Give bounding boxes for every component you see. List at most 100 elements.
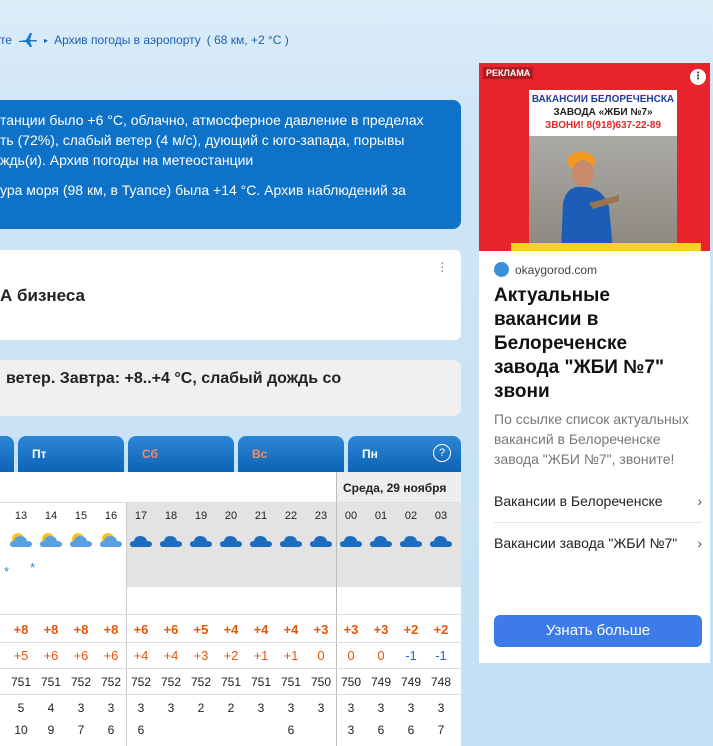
temp-cell: +8: [43, 622, 59, 637]
airport-archive-link[interactable]: Архив погоды в аэропорту: [54, 33, 201, 47]
hours-cell: 22: [284, 510, 298, 522]
divider: [0, 642, 461, 643]
gusts-cell: 10: [14, 723, 28, 737]
hours-cell: 19: [194, 510, 208, 522]
ad-stripe: [511, 243, 701, 251]
sun-cloud-icon: [100, 533, 122, 547]
gusts-cell: 6: [137, 723, 145, 737]
gusts-cell: 7: [77, 723, 85, 737]
airplane-icon: [19, 33, 38, 47]
feels-cell: +1: [283, 648, 299, 663]
temp-cell: +8: [73, 622, 89, 637]
temp-cell: +3: [373, 622, 389, 637]
triangle-icon: ▸: [44, 35, 49, 45]
tab-previous[interactable]: [0, 436, 14, 472]
wind-cell: 4: [47, 701, 55, 715]
feels-cell: 0: [347, 648, 355, 663]
date-header: Среда, 29 ноября: [336, 472, 461, 502]
ad-description: По ссылке список актуальных вакансий в Б…: [494, 411, 689, 467]
chevron-right-icon: ›: [697, 535, 702, 551]
forecast-summary: ветер. Завтра: +8..+4 °C, слабый дождь с…: [0, 360, 461, 416]
forecast-summary-text: ветер. Завтра: +8..+4 °C, слабый дождь с…: [6, 370, 342, 387]
cloud-icon: [130, 536, 152, 547]
tab-fri[interactable]: Пт: [18, 436, 124, 472]
wind-cell: 2: [197, 701, 205, 715]
feels-cell: 0: [377, 648, 385, 663]
wind-cell: 3: [407, 701, 415, 715]
cloud-icon: [220, 536, 242, 547]
temp-cell: +6: [163, 622, 179, 637]
site-logo-icon: [494, 262, 509, 277]
snow-icon: *: [30, 560, 36, 575]
temp-cell: +8: [13, 622, 29, 637]
worker-image: [561, 152, 619, 251]
temp-cell: +4: [283, 622, 299, 637]
pressure-cell: 748: [430, 675, 452, 689]
gusts-cell: 6: [287, 723, 295, 737]
ad-menu-icon[interactable]: ⋮: [690, 69, 706, 85]
cloud-icon: [280, 536, 302, 547]
feels-cell: -1: [435, 648, 447, 663]
gusts-cell: 6: [107, 723, 115, 737]
wind-cell: 3: [167, 701, 175, 715]
day-tabs: Пт Сб Вс Пн ?: [0, 436, 461, 472]
ad-block[interactable]: ВАКАНСИИ БЕЛОРЕЧЕНСКА ЗАВОДА «ЖБИ №7» ЗВ…: [479, 63, 710, 663]
chevron-right-icon: ›: [697, 493, 702, 509]
tab-sat[interactable]: Сб: [128, 436, 234, 472]
feels-cell: 0: [317, 648, 325, 663]
feels-like-row: +5 +6 +6 +6 +4 +4 +3 +2 +1 +1 0 0 0 -1 -1: [0, 644, 461, 666]
pressure-cell: 749: [370, 675, 392, 689]
info-line[interactable]: ждь(и). Архив погоды на метеостанции: [0, 150, 461, 170]
feels-cell: +3: [193, 648, 209, 663]
temp-cell: +3: [313, 622, 329, 637]
feels-cell: +1: [253, 648, 269, 663]
hours-cell: 14: [44, 510, 58, 522]
ad-image[interactable]: ВАКАНСИИ БЕЛОРЕЧЕНСКА ЗАВОДА «ЖБИ №7» ЗВ…: [479, 63, 710, 251]
pressure-cell: 749: [400, 675, 422, 689]
hours-cell: 03: [434, 510, 448, 522]
hours-cell: 13: [14, 510, 28, 522]
ad-label: РЕКЛАМА: [483, 67, 534, 79]
ad-link-vacancies-city[interactable]: Вакансии в Белореченске ›: [494, 491, 702, 511]
pressure-cell: 752: [70, 675, 92, 689]
ad-source[interactable]: okaygorod.com: [494, 262, 597, 277]
gusts-cell: 7: [437, 723, 445, 737]
cut-link[interactable]: те: [0, 33, 12, 47]
hours-cell: 23: [314, 510, 328, 522]
hours-cell: 20: [224, 510, 238, 522]
learn-more-button[interactable]: Узнать больше: [494, 615, 702, 647]
ad-title[interactable]: Актуальные вакансии в Белореченске завод…: [494, 284, 694, 404]
pressure-cell: 750: [310, 675, 332, 689]
info-line: ть (72%), слабый ветер (4 м/с), дующий с…: [0, 132, 405, 148]
wind-cell: 3: [317, 701, 325, 715]
feels-cell: +6: [43, 648, 59, 663]
help-icon[interactable]: ?: [433, 444, 451, 462]
tab-sun[interactable]: Вс: [238, 436, 344, 472]
hours-cell: 15: [74, 510, 88, 522]
info-line[interactable]: ура моря (98 км, в Туапсе) была +14 °C. …: [0, 180, 461, 200]
pressure-row: 751 751 752 752 752 752 752 751 751 751 750 750 749 7…: [0, 671, 461, 693]
business-card[interactable]: А бизнеса · · ·: [0, 250, 461, 340]
pressure-cell: 751: [280, 675, 302, 689]
ad-source-domain: okaygorod.com: [515, 262, 598, 277]
snow-icon: *: [4, 564, 10, 579]
divider: [0, 502, 461, 503]
tab-mon[interactable]: Пн ?: [348, 436, 461, 472]
hours-cell: 17: [134, 510, 148, 522]
wind-cell: 3: [347, 701, 355, 715]
temp-cell: +2: [403, 622, 419, 637]
hours-cell: 00: [344, 510, 358, 522]
pressure-cell: 751: [250, 675, 272, 689]
hours-cell: 01: [374, 510, 388, 522]
ad-link-vacancies-factory[interactable]: Вакансии завода "ЖБИ №7" ›: [494, 533, 702, 553]
wind-cell: 3: [77, 701, 85, 715]
temp-cell: +8: [103, 622, 119, 637]
hours-cell: 02: [404, 510, 418, 522]
temp-cell: +2: [433, 622, 449, 637]
cloud-icon: [400, 536, 422, 547]
more-icon[interactable]: · · ·: [440, 255, 445, 277]
cloud-icon: [250, 536, 272, 547]
pressure-cell: 752: [160, 675, 182, 689]
wind-row: 5 4 3 3 3 3 2 2 3 3 3 3 3 3 3: [0, 697, 461, 719]
wind-cell: 3: [437, 701, 445, 715]
